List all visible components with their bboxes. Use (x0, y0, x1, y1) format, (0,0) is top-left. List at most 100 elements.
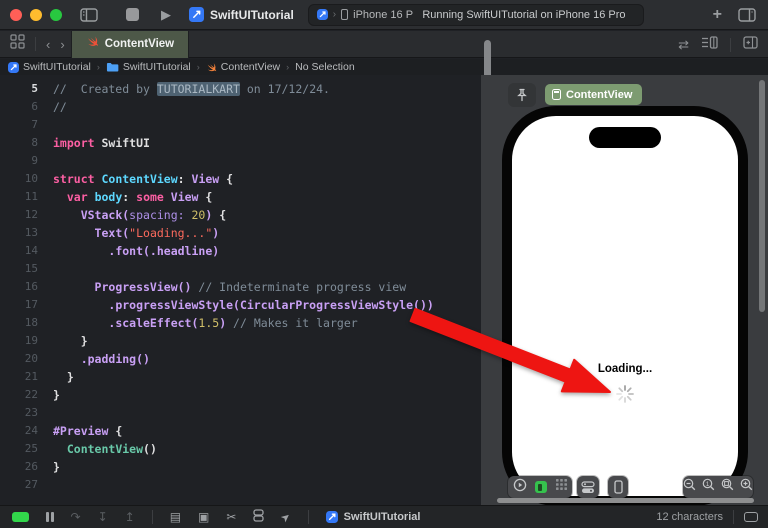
swift-file-icon (86, 35, 99, 53)
code-line[interactable]: 19 } (0, 332, 480, 350)
activity-status-text: Running SwiftUITutorial on iPhone 16 Pro (422, 8, 626, 21)
zoom-in-icon[interactable] (740, 478, 753, 496)
related-items-icon[interactable] (10, 34, 25, 54)
code-line[interactable]: 24 #Preview { (0, 422, 480, 440)
code-line[interactable]: 9 (0, 152, 480, 170)
line-number: 14 (24, 244, 38, 257)
chevron-right-icon: › (96, 62, 100, 72)
code-line[interactable]: 7 (0, 116, 480, 134)
close-window-button[interactable] (10, 8, 22, 21)
code-editor[interactable]: 5// Created by TUTORIALKART on 17/12/24.… (0, 75, 480, 505)
adjust-editor-options-icon[interactable] (701, 35, 718, 54)
display-icon[interactable] (744, 512, 758, 522)
zoom-out-icon[interactable] (683, 478, 696, 496)
xcode-window: ▶ SwiftUITutorial › iPhone 16 P Running … (0, 0, 768, 528)
line-number: 24 (24, 424, 38, 437)
line-number: 9 (31, 154, 38, 167)
step-over-icon[interactable]: ↷ (71, 510, 81, 524)
zoom-window-button[interactable] (50, 8, 62, 21)
code-line[interactable]: 15 (0, 260, 480, 278)
add-editor-icon[interactable] (743, 35, 758, 54)
zoom-100-icon[interactable]: 1 (702, 478, 715, 496)
preview-device-pill[interactable]: ContentView (545, 84, 643, 105)
project-title: SwiftUITutorial (210, 7, 294, 22)
code-line[interactable]: 22} (0, 386, 480, 404)
code-line[interactable]: 10 struct ContentView: View { (0, 170, 480, 188)
pin-preview-button[interactable] (508, 83, 536, 107)
environment-overrides-icon[interactable]: ✂ (226, 510, 236, 524)
divider (35, 37, 36, 51)
stop-button[interactable] (126, 8, 139, 21)
code-line[interactable]: 6// (0, 98, 480, 116)
chevron-right-icon: › (196, 62, 200, 72)
line-number: 17 (24, 298, 38, 311)
forward-button[interactable]: › (60, 37, 64, 52)
chevron-right-icon: › (286, 62, 290, 72)
line-number: 27 (24, 478, 38, 491)
breadcrumb-label: ContentView (220, 61, 281, 73)
code-line[interactable]: 27 (0, 476, 480, 494)
code-line[interactable]: 17 .progressViewStyle(CircularProgressVi… (0, 296, 480, 314)
navigator-sidebar-toggle-icon[interactable] (80, 7, 98, 22)
activity-status-pill[interactable]: › iPhone 16 P Running SwiftUITutorial on… (307, 3, 644, 26)
divider (730, 37, 731, 52)
breadcrumb-selection[interactable]: No Selection (295, 61, 355, 73)
preview-pill-label: ContentView (566, 88, 633, 101)
project-chip[interactable]: SwiftUITutorial (189, 7, 294, 22)
selectable-mode-icon[interactable] (534, 481, 547, 493)
back-button[interactable]: ‹ (46, 37, 50, 52)
line-number: 12 (24, 208, 38, 221)
code-line[interactable]: 8 import SwiftUI (0, 134, 480, 152)
code-line[interactable]: 11 var body: some View { (0, 188, 480, 206)
variants-mode-icon[interactable] (555, 478, 568, 496)
code-line[interactable]: 20 .padding() (0, 350, 480, 368)
minimize-window-button[interactable] (30, 8, 42, 21)
library-add-button[interactable]: + (713, 6, 722, 24)
code-review-icon[interactable]: ⇄ (678, 37, 689, 53)
app-icon (189, 7, 204, 22)
tab-contentview[interactable]: ContentView (70, 30, 190, 58)
canvas-vertical-scrollbar[interactable] (759, 80, 765, 312)
run-button[interactable]: ▶ (161, 7, 171, 23)
stack-frames-icon[interactable] (253, 509, 265, 525)
live-preview-mode-icon[interactable] (513, 478, 527, 497)
traffic-lights (10, 8, 62, 21)
view-hierarchy-icon[interactable]: ▤ (170, 510, 181, 524)
debug-bar: ↷ ↧ ↥ ▤ ▣ ✂ ➤ SwiftUITutorial 12 charact… (0, 505, 768, 528)
breadcrumb-folder[interactable]: SwiftUITutorial (106, 61, 191, 73)
code-line[interactable]: 14 .font(.headline) (0, 242, 480, 260)
code-line[interactable]: 18 .scaleEffect(1.5) // Makes it larger (0, 314, 480, 332)
step-out-icon[interactable]: ↥ (125, 510, 135, 524)
breadcrumb-label: No Selection (295, 61, 355, 73)
breakpoints-toggle-icon[interactable] (12, 512, 29, 522)
running-process[interactable]: SwiftUITutorial (325, 511, 420, 523)
loading-text: Loading... (597, 363, 653, 375)
iphone-preview[interactable]: Loading... (502, 106, 748, 505)
code-line[interactable]: 26} (0, 458, 480, 476)
step-into-icon[interactable]: ↧ (98, 510, 108, 524)
inspector-sidebar-toggle-icon[interactable] (738, 8, 756, 22)
code-line[interactable]: 21 } (0, 368, 480, 386)
breadcrumb-file[interactable]: ContentView (206, 61, 280, 73)
code-line[interactable]: 13 Text("Loading...") (0, 224, 480, 242)
run-destination[interactable]: › iPhone 16 P (316, 9, 413, 21)
dynamic-island (589, 127, 661, 148)
code-line[interactable]: 25 ContentView() (0, 440, 480, 458)
line-number: 26 (24, 460, 38, 473)
canvas-horizontal-scrollbar[interactable] (497, 498, 754, 503)
simulate-location-icon[interactable]: ➤ (278, 509, 294, 525)
preview-device-button[interactable] (608, 476, 628, 498)
preview-canvas: ContentView Loading... 1 (481, 75, 768, 505)
device-settings-button[interactable] (577, 476, 599, 498)
code-line[interactable]: 5// Created by TUTORIALKART on 17/12/24. (0, 80, 480, 98)
code-line[interactable]: 16 ProgressView() // Indeterminate progr… (0, 278, 480, 296)
code-line[interactable]: 23 (0, 404, 480, 422)
zoom-fit-icon[interactable] (721, 478, 734, 496)
pause-icon[interactable] (46, 512, 54, 522)
line-number: 11 (24, 190, 38, 203)
code-line[interactable]: 12 VStack(spacing: 20) { (0, 206, 480, 224)
play-icon: ▶ (161, 6, 171, 22)
breadcrumb-project[interactable]: SwiftUITutorial (8, 61, 91, 73)
memory-graph-icon[interactable]: ▣ (198, 510, 209, 524)
breadcrumb-label: SwiftUITutorial (122, 61, 191, 73)
